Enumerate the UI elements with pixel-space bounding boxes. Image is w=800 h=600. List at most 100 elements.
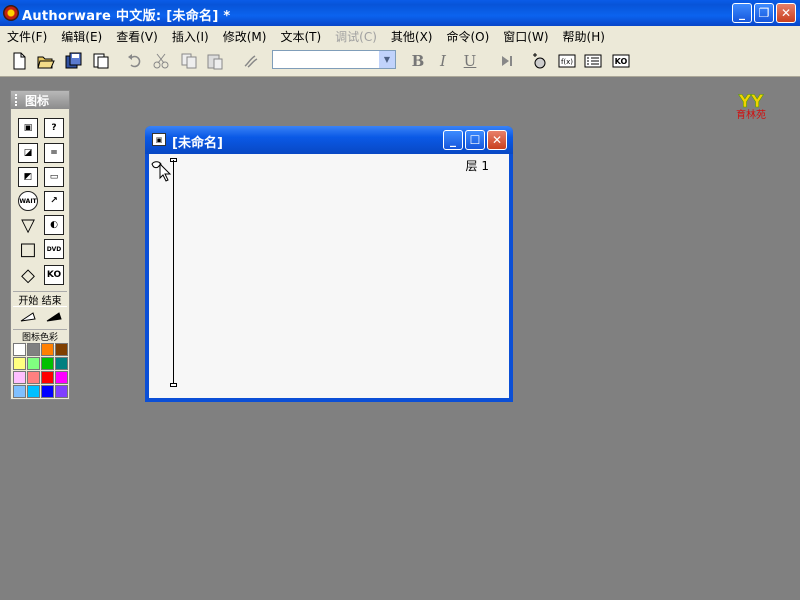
sound-icon[interactable]: DVD <box>44 239 64 259</box>
flowchart-canvas[interactable]: 层 1 <box>149 154 509 398</box>
undo-button[interactable] <box>124 50 146 72</box>
flowchart-window-title: [未命名] <box>172 136 223 151</box>
display-icon[interactable]: ▣ <box>18 118 38 138</box>
start-end-label: 开始 结束 <box>13 291 67 307</box>
framework-icon[interactable]: ▭ <box>44 167 64 187</box>
wait-icon[interactable]: = <box>44 143 64 163</box>
color-swatch[interactable] <box>13 371 26 384</box>
restore-icon: ❐ <box>758 6 770 20</box>
menu-commands[interactable]: 命令(O) <box>439 28 496 45</box>
motion-icon[interactable]: ? <box>44 118 64 138</box>
doc-close-button[interactable]: ✕ <box>487 130 507 150</box>
copy-button[interactable] <box>178 50 200 72</box>
functions-icon: f(x) <box>558 54 576 68</box>
font-select[interactable]: ▼ <box>272 50 396 69</box>
menu-text[interactable]: 文本(T) <box>273 28 328 45</box>
run-button[interactable] <box>495 50 517 72</box>
menu-window[interactable]: 窗口(W) <box>496 28 555 45</box>
interaction-icon[interactable]: ↗ <box>44 191 64 211</box>
menu-edit[interactable]: 编辑(E) <box>54 28 109 45</box>
grip-icon[interactable] <box>15 94 21 106</box>
color-swatch[interactable] <box>41 385 54 398</box>
color-swatch[interactable] <box>27 357 40 370</box>
decision-icon[interactable]: WAIT <box>18 191 38 211</box>
dropdown-arrow-icon[interactable]: ▼ <box>379 51 395 68</box>
color-swatch[interactable] <box>55 343 68 356</box>
menu-file[interactable]: 文件(F) <box>0 28 54 45</box>
cut-icon <box>153 53 169 69</box>
color-swatch[interactable] <box>13 385 26 398</box>
find-button[interactable] <box>240 50 262 72</box>
color-swatch[interactable] <box>27 385 40 398</box>
knowledge-object-icon[interactable]: KO <box>44 265 64 285</box>
minimize-icon: _ <box>739 6 745 20</box>
functions-button[interactable]: f(x) <box>556 50 578 72</box>
icon-palette-header[interactable]: 图标 <box>11 91 69 109</box>
menu-insert[interactable]: 插入(I) <box>165 28 216 45</box>
variables-icon <box>584 54 602 68</box>
color-swatch[interactable] <box>55 357 68 370</box>
restore-button[interactable]: ❐ <box>754 3 774 23</box>
paste-hand-cursor-icon[interactable] <box>150 158 172 186</box>
svg-text:育林苑: 育林苑 <box>736 108 766 120</box>
menu-view[interactable]: 查看(V) <box>109 28 165 45</box>
menu-debug[interactable]: 调试(C) <box>328 28 384 45</box>
open-button[interactable] <box>35 50 57 72</box>
color-swatch[interactable] <box>41 343 54 356</box>
level-indicator: 层 1 <box>465 159 489 173</box>
navigate-icon[interactable]: ◩ <box>18 167 38 187</box>
erase-icon[interactable]: ◪ <box>18 143 38 163</box>
variables-button[interactable] <box>582 50 604 72</box>
close-icon: ✕ <box>780 6 792 20</box>
new-button[interactable] <box>8 50 30 72</box>
paste-icon <box>207 54 223 70</box>
menu-modify[interactable]: 修改(M) <box>216 28 274 45</box>
flowchart-window-titlebar[interactable]: ▣ [未命名] _ ☐ ✕ <box>145 126 513 154</box>
flowchart-document-icon: ▣ <box>152 133 166 146</box>
svg-text:KO: KO <box>615 57 628 66</box>
video-icon[interactable]: ◇ <box>18 265 38 286</box>
color-swatch[interactable] <box>13 357 26 370</box>
close-icon: ✕ <box>491 133 503 147</box>
menu-bar: 文件(F) 编辑(E) 查看(V) 插入(I) 修改(M) 文本(T) 调试(C… <box>0 26 800 46</box>
icon-palette-title: 图标 <box>25 93 50 108</box>
save-all-icon <box>65 52 82 69</box>
window-controls: _ ❐ ✕ <box>732 3 796 23</box>
paste-button[interactable] <box>204 50 226 72</box>
color-swatch[interactable] <box>13 343 26 356</box>
app-title: Authorware 中文版: [未命名] * <box>22 9 231 24</box>
digital-movie-icon[interactable]: □ <box>18 239 38 260</box>
minimize-button[interactable]: _ <box>732 3 752 23</box>
color-swatch[interactable] <box>41 371 54 384</box>
doc-minimize-button[interactable]: _ <box>443 130 463 150</box>
control-panel-button[interactable] <box>528 50 550 72</box>
color-swatch[interactable] <box>55 371 68 384</box>
color-swatch[interactable] <box>27 371 40 384</box>
color-swatch[interactable] <box>41 357 54 370</box>
start-flag-icon[interactable] <box>18 307 38 327</box>
knowledge-objects-button[interactable]: KO <box>610 50 632 72</box>
menu-xtras[interactable]: 其他(X) <box>384 28 440 45</box>
map-icon[interactable]: ◐ <box>44 215 64 235</box>
cut-button[interactable] <box>150 50 172 72</box>
flowline-end-cap <box>170 383 177 387</box>
new-icon <box>13 52 26 70</box>
bold-button[interactable]: B <box>407 50 429 72</box>
import-button[interactable] <box>90 50 112 72</box>
svg-text:f(x): f(x) <box>561 58 573 66</box>
doc-maximize-button[interactable]: ☐ <box>465 130 485 150</box>
close-button[interactable]: ✕ <box>776 3 796 23</box>
color-swatch[interactable] <box>27 343 40 356</box>
authorware-app-icon[interactable] <box>3 5 19 21</box>
app-titlebar[interactable]: Authorware 中文版: [未命名] * _ ❐ ✕ <box>0 0 800 26</box>
color-swatch[interactable] <box>55 385 68 398</box>
save-all-button[interactable] <box>63 50 85 72</box>
underline-button[interactable]: U <box>459 50 481 72</box>
italic-button[interactable]: I <box>432 50 454 72</box>
calculation-icon[interactable]: ▽ <box>18 215 38 236</box>
menu-help[interactable]: 帮助(H) <box>556 28 612 45</box>
flowchart-window-controls: _ ☐ ✕ <box>443 130 507 150</box>
end-flag-icon[interactable] <box>44 307 64 327</box>
knowledge-objects-icon: KO <box>612 54 630 68</box>
svg-text:YY: YY <box>738 92 764 112</box>
